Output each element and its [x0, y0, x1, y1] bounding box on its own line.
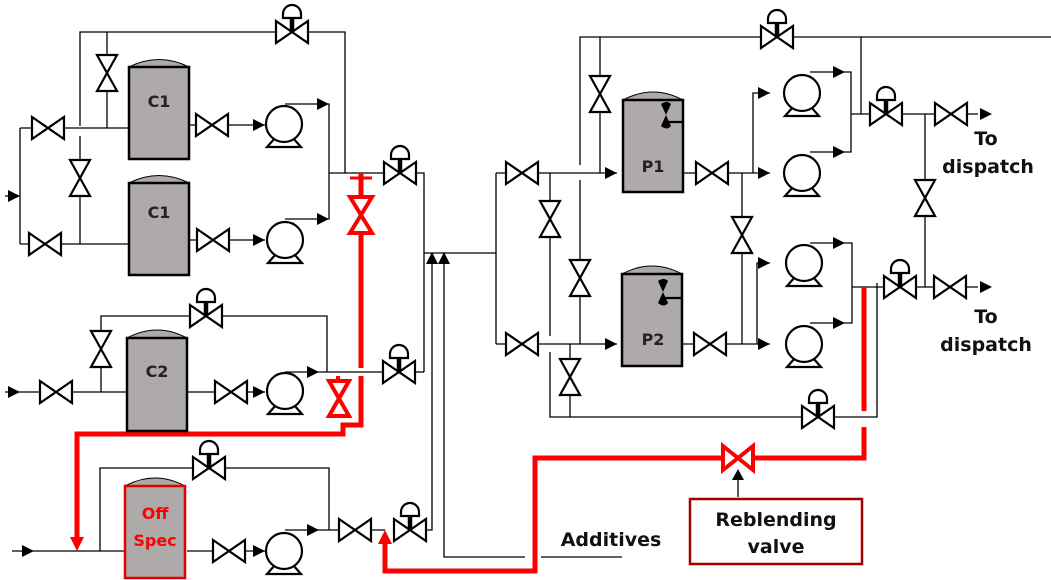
valve-icon[interactable] [933, 101, 969, 127]
callout-line1: Reblending [715, 509, 836, 531]
tank-c1-bottom[interactable]: C1 [127, 175, 191, 277]
control-valve-icon[interactable] [276, 5, 308, 43]
valve-icon[interactable] [558, 357, 582, 397]
red-arrow-up [378, 530, 392, 544]
valve-icon[interactable] [694, 160, 730, 186]
tank-label: C1 [148, 92, 171, 111]
control-valve-icon[interactable] [383, 345, 415, 383]
svg-text:dispatch: dispatch [940, 334, 1032, 356]
tank-label: C1 [148, 203, 171, 222]
valve-icon[interactable] [913, 178, 937, 218]
valve-icon[interactable] [68, 158, 92, 198]
tank-off-spec[interactable]: Off Spec [123, 477, 187, 580]
control-valve-icon[interactable] [870, 87, 902, 125]
valve-icon[interactable] [504, 160, 540, 186]
valve-icon[interactable] [30, 115, 66, 141]
additives-label: Additives [561, 529, 662, 551]
control-valve-icon[interactable] [802, 390, 834, 428]
red-valves [325, 176, 755, 475]
valve-icon[interactable] [95, 53, 119, 93]
tank-c1-top[interactable]: C1 [127, 59, 191, 161]
reblending-valve-callout: Reblending valve [688, 497, 864, 566]
svg-text:To: To [974, 128, 998, 150]
tank-p2[interactable]: P2 [620, 265, 684, 368]
valve-icon[interactable] [213, 379, 249, 405]
control-valve-icon[interactable] [884, 260, 916, 298]
process-flow-diagram: C1 C1 C2 Off Spec P1 P2 To dispatch To d… [5, 0, 1051, 580]
dispatch-label-2: To dispatch [940, 306, 1032, 356]
valve-icon[interactable] [932, 274, 968, 300]
tank-c2[interactable]: C2 [125, 329, 189, 433]
valve-icon[interactable] [195, 227, 231, 253]
callout-line2: valve [748, 536, 805, 558]
pump-icon[interactable] [782, 73, 822, 118]
valve-icon[interactable] [730, 215, 754, 255]
tank-p1[interactable]: P1 [621, 91, 685, 194]
tank-label-line1: Off [142, 504, 170, 523]
red-arrow-down [70, 537, 84, 551]
pump-icon[interactable] [784, 243, 824, 288]
control-valve-icon[interactable] [384, 146, 416, 184]
red-valve-icon[interactable] [325, 376, 353, 418]
pump-icon[interactable] [265, 220, 305, 265]
pump-icon[interactable] [265, 371, 305, 416]
reblending-valve-icon[interactable] [721, 441, 755, 475]
tank-label: P2 [642, 330, 665, 349]
pump-icon[interactable] [782, 153, 822, 198]
valve-icon[interactable] [568, 258, 592, 298]
svg-text:dispatch: dispatch [942, 156, 1034, 178]
tank-label: P1 [642, 157, 665, 176]
valve-icon[interactable] [27, 231, 63, 257]
control-valve-icon[interactable] [761, 10, 793, 48]
control-valve-icon[interactable] [394, 503, 426, 541]
pump-icon[interactable] [264, 531, 304, 576]
valve-icon[interactable] [538, 199, 562, 239]
pump-icon[interactable] [784, 324, 824, 369]
svg-text:To: To [974, 306, 998, 328]
valve-icon[interactable] [504, 331, 540, 357]
tank-label: C2 [146, 362, 169, 381]
valve-icon[interactable] [692, 331, 728, 357]
valve-icon[interactable] [211, 538, 247, 564]
valve-icon[interactable] [194, 112, 230, 138]
valve-icon[interactable] [38, 379, 74, 405]
valve-icon[interactable] [337, 517, 373, 543]
pump-icon[interactable] [264, 104, 304, 149]
tank-label-line2: Spec [133, 531, 176, 550]
valve-icon[interactable] [588, 74, 612, 114]
dispatch-label-1: To dispatch [942, 128, 1034, 178]
control-valve-icon[interactable] [193, 441, 225, 479]
valve-icon[interactable] [89, 329, 113, 369]
control-valve-icon[interactable] [190, 289, 222, 327]
